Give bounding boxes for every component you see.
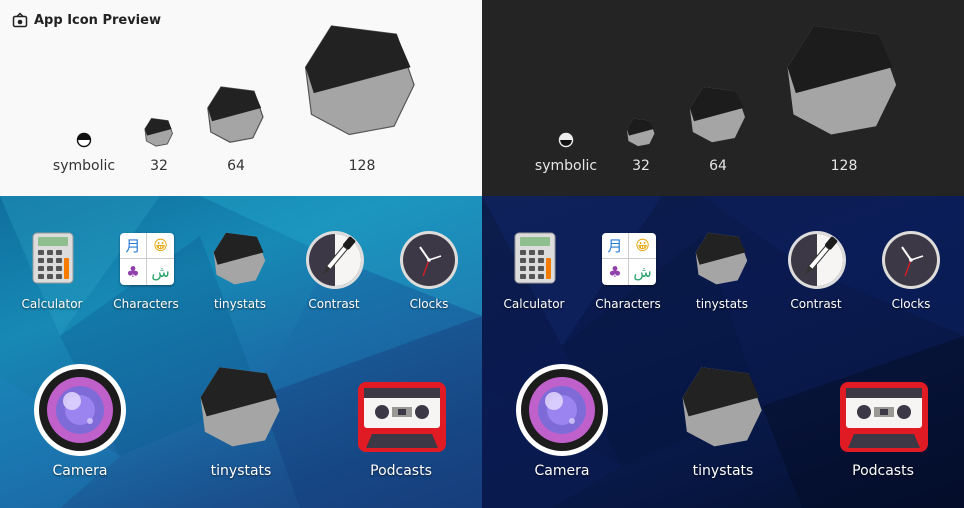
app-label-contrast: Contrast — [790, 297, 842, 311]
light-preview-panel: App Icon Preview symbolic 32 64 128 — [0, 0, 482, 196]
clocks-icon — [400, 231, 458, 289]
contrast-icon — [306, 231, 364, 289]
tinystats-icon-large — [682, 367, 762, 447]
app-label-contrast: Contrast — [308, 297, 360, 311]
tinystats-icon-32 — [626, 118, 655, 147]
camera-icon — [34, 364, 126, 456]
tinystats-icon-128 — [787, 25, 897, 135]
tinystats-icon — [213, 232, 266, 285]
app-label-tinystats-large: tinystats — [692, 463, 754, 479]
glyph-arabic: ش — [633, 263, 652, 281]
size-label-64: 64 — [227, 158, 245, 174]
size-label-32: 32 — [632, 158, 650, 174]
glyph-moon: 月 — [120, 233, 147, 259]
podcasts-icon — [358, 382, 446, 452]
app-label-podcasts: Podcasts — [852, 463, 914, 479]
tinystats-icon-128 — [304, 25, 415, 136]
app-label-podcasts: Podcasts — [370, 463, 432, 479]
glyph-smile: 😀 — [147, 233, 174, 259]
app-label-clocks: Clocks — [891, 297, 931, 311]
tinystats-icon-64 — [689, 87, 745, 143]
app-label-camera: Camera — [52, 463, 108, 479]
glyph-moon: 月 — [602, 233, 629, 259]
size-label-symbolic: symbolic — [52, 158, 116, 174]
app-label-calculator: Calculator — [503, 297, 565, 311]
size-label-64: 64 — [709, 158, 727, 174]
size-label-symbolic: symbolic — [534, 158, 598, 174]
app-label-characters: Characters — [113, 297, 179, 311]
app-label-tinystats: tinystats — [213, 297, 267, 311]
dark-preview-panel: symbolic 32 64 128 — [482, 0, 964, 196]
clocks-icon — [882, 231, 940, 289]
characters-icon: 月 😀 ♣ ش — [120, 233, 174, 285]
symbolic-icon — [558, 132, 574, 148]
calculator-icon — [514, 232, 556, 284]
contrast-icon — [788, 231, 846, 289]
app-label-camera: Camera — [534, 463, 590, 479]
camera-icon — [516, 364, 608, 456]
app-title: App Icon Preview — [12, 12, 161, 28]
size-label-32: 32 — [150, 158, 168, 174]
app-label-calculator: Calculator — [21, 297, 83, 311]
characters-icon: 月 😀 ♣ ش — [602, 233, 656, 285]
light-grid-preview: Calculator 月 😀 ♣ ش Characters tinystats … — [0, 196, 482, 508]
glyph-smile: 😀 — [629, 233, 656, 259]
size-label-128: 128 — [830, 158, 858, 174]
symbolic-icon — [76, 132, 92, 148]
glyph-arabic: ش — [151, 263, 170, 281]
tinystats-icon-64 — [207, 86, 264, 143]
dark-grid-preview: Calculator 月 😀 ♣ ش Characters tinystats … — [482, 196, 964, 508]
calculator-icon — [32, 232, 74, 284]
tinystats-icon-large — [200, 367, 280, 447]
tinystats-icon — [695, 232, 748, 285]
glyph-club: ♣ — [120, 259, 147, 285]
tinystats-icon-32 — [144, 118, 173, 147]
size-label-128: 128 — [348, 158, 376, 174]
app-title-text: App Icon Preview — [34, 12, 161, 28]
app-preview-icon — [12, 12, 28, 28]
app-label-characters: Characters — [595, 297, 661, 311]
app-label-tinystats-large: tinystats — [210, 463, 272, 479]
app-label-tinystats: tinystats — [695, 297, 749, 311]
glyph-club: ♣ — [602, 259, 629, 285]
podcasts-icon — [840, 382, 928, 452]
app-label-clocks: Clocks — [409, 297, 449, 311]
